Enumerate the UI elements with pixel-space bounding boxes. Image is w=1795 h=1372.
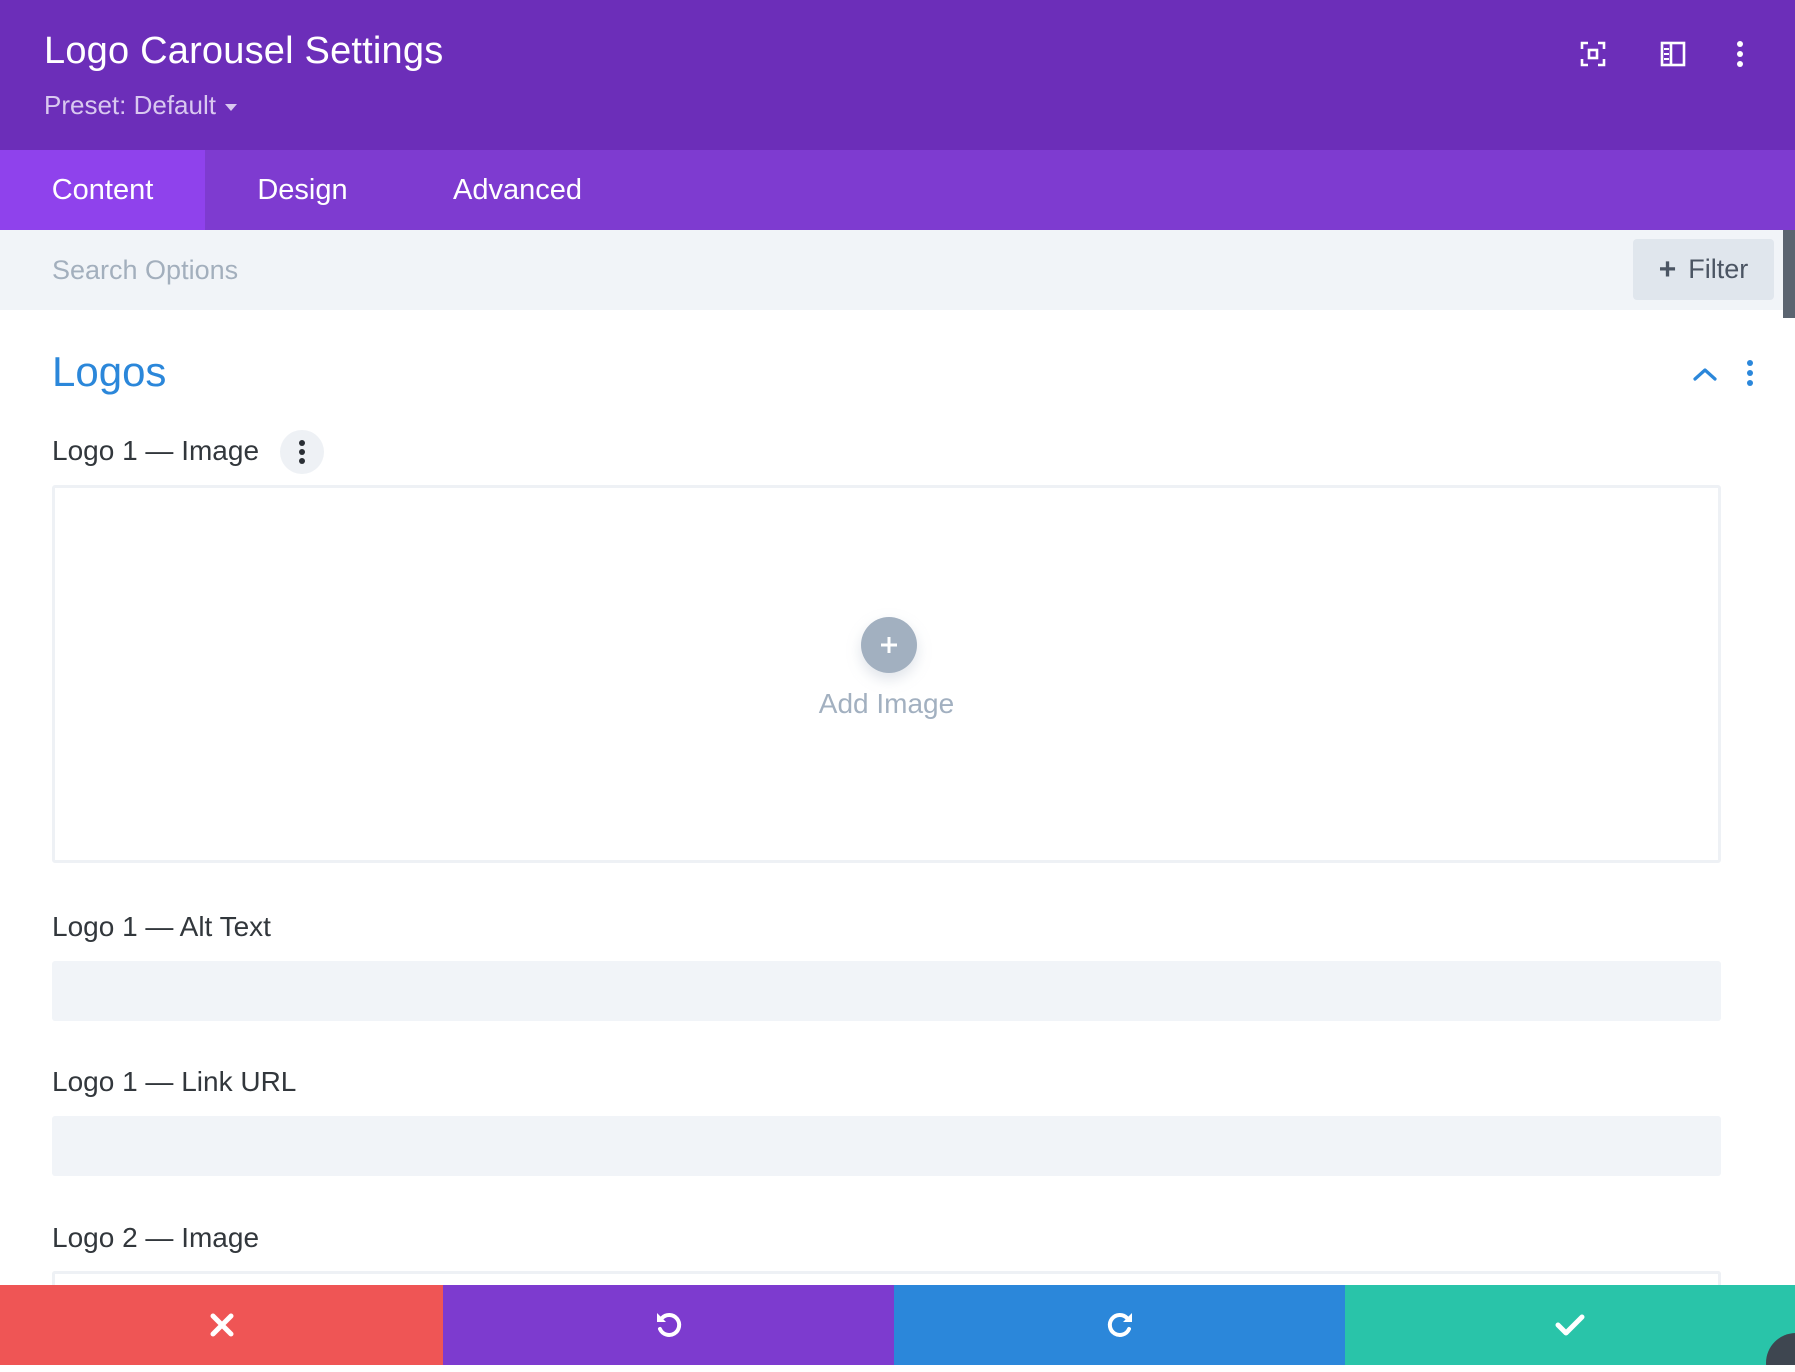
- undo-button[interactable]: [443, 1285, 894, 1365]
- tab-content[interactable]: Content: [0, 150, 205, 230]
- logo1-alt-input[interactable]: [52, 961, 1721, 1021]
- logo1-link-input[interactable]: [52, 1116, 1721, 1176]
- redo-button[interactable]: [894, 1285, 1345, 1365]
- chevron-up-icon[interactable]: [1688, 358, 1722, 390]
- bottom-edge: [0, 1365, 1795, 1372]
- tab-advanced[interactable]: Advanced: [400, 150, 635, 230]
- close-icon: [210, 1313, 233, 1337]
- plus-icon: +: [1658, 252, 1677, 286]
- fullscreen-icon[interactable]: [1575, 36, 1611, 72]
- preset-dropdown[interactable]: Preset: Default: [44, 90, 237, 121]
- add-image-label: Add Image: [818, 688, 955, 719]
- search-bar: [0, 230, 1795, 310]
- section-title[interactable]: Logos: [52, 348, 166, 396]
- scrollbar-thumb[interactable]: [1783, 230, 1795, 318]
- tab-bar: Content Design Advanced: [0, 150, 1795, 230]
- save-button[interactable]: [1345, 1285, 1795, 1365]
- add-image-icon[interactable]: [861, 617, 917, 673]
- sidebar-layout-icon[interactable]: [1655, 36, 1691, 72]
- preset-label: Preset: Default: [44, 90, 216, 120]
- undo-icon: [656, 1312, 681, 1337]
- more-vertical-icon: [299, 440, 305, 464]
- logo1-link-label: Logo 1 — Link URL: [52, 1066, 297, 1097]
- filter-button[interactable]: + Filter: [1633, 239, 1774, 300]
- field-options-button[interactable]: [280, 430, 324, 474]
- action-bar: [0, 1285, 1795, 1365]
- checkmark-icon: [1555, 1314, 1585, 1336]
- redo-icon: [1107, 1312, 1132, 1337]
- tab-design[interactable]: Design: [205, 150, 400, 230]
- settings-header: Logo Carousel Settings Preset: Default: [0, 0, 1795, 150]
- image-upload-area[interactable]: Add Image: [52, 485, 1721, 863]
- logo1-alt-label: Logo 1 — Alt Text: [52, 911, 271, 942]
- search-input[interactable]: [40, 244, 1620, 296]
- section-more-icon[interactable]: [1740, 356, 1760, 390]
- caret-down-icon: [224, 103, 237, 111]
- logo1-image-label: Logo 1 — Image: [52, 435, 260, 466]
- more-vertical-icon[interactable]: [1722, 36, 1758, 72]
- modal-title: Logo Carousel Settings: [44, 30, 444, 72]
- discard-button[interactable]: [0, 1285, 443, 1365]
- logo2-image-label: Logo 2 — Image: [52, 1222, 260, 1253]
- filter-label: Filter: [1688, 254, 1749, 284]
